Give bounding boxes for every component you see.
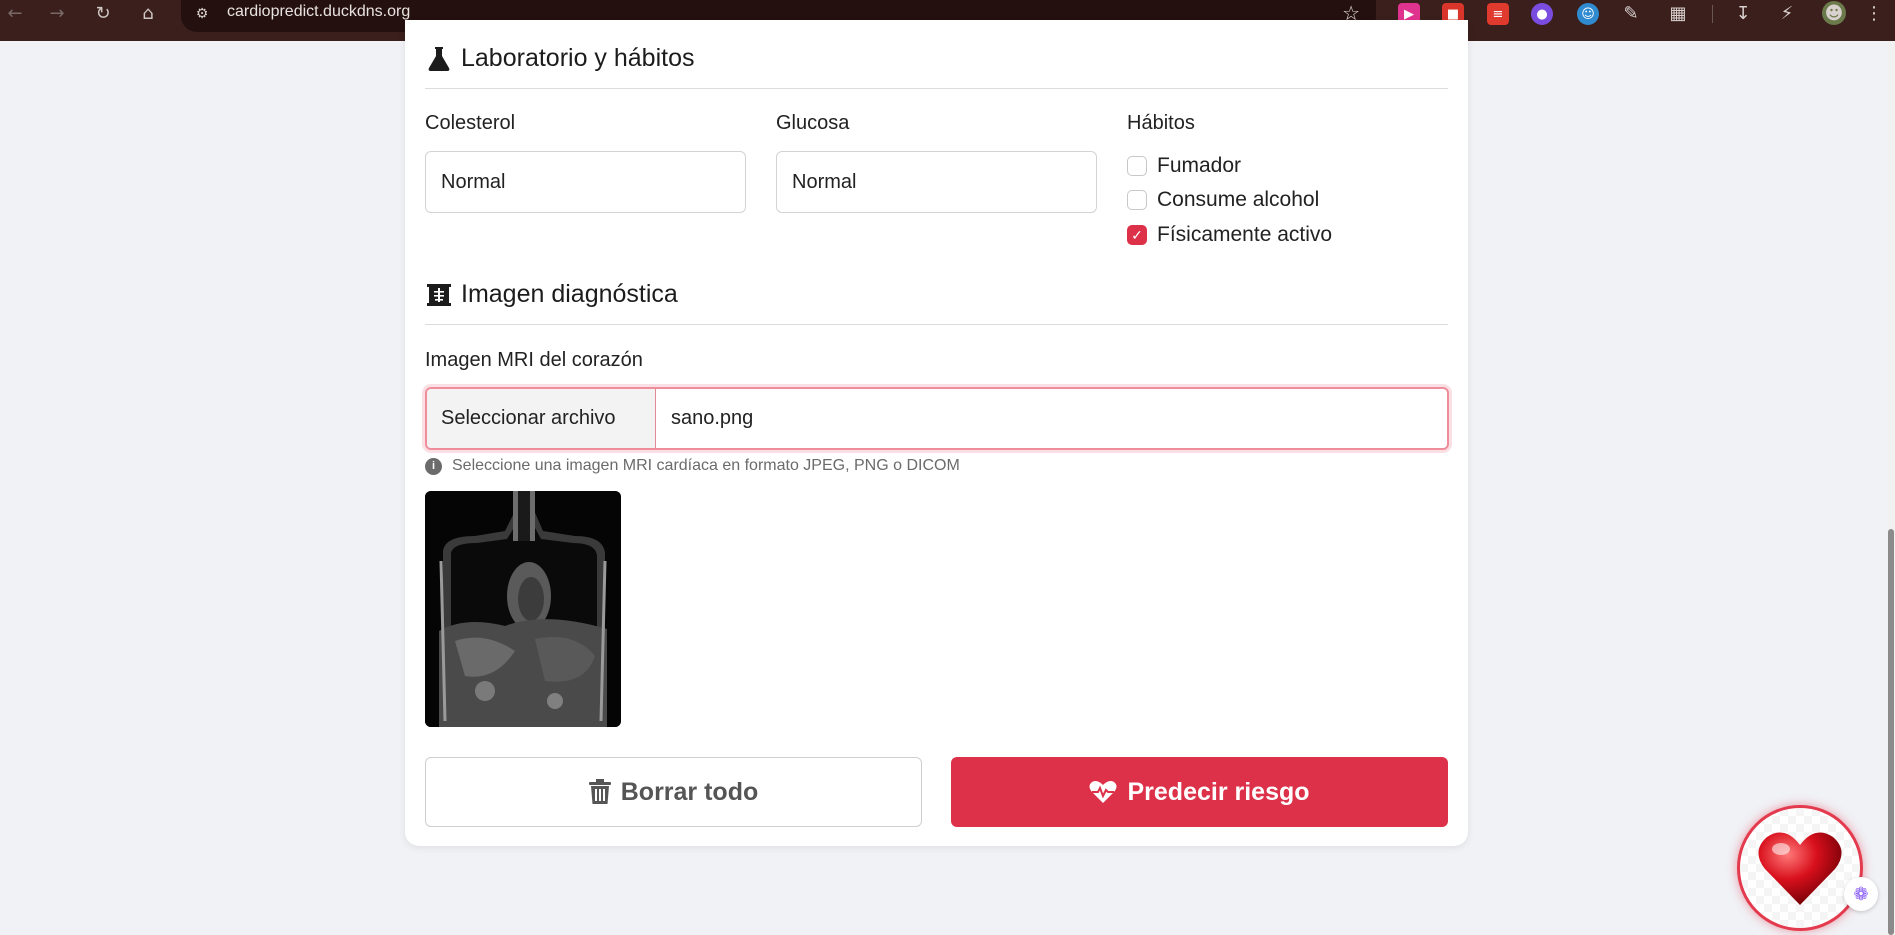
glucose-label: Glucosa: [776, 112, 850, 134]
cholesterol-label: Colesterol: [425, 112, 516, 134]
predict-risk-label: Predecir riesgo: [1127, 777, 1310, 806]
glucose-value: Normal: [792, 170, 857, 193]
eyedropper-icon[interactable]: ✎: [1619, 1, 1643, 25]
floating-heart-widget[interactable]: [1737, 805, 1863, 931]
site-settings-icon[interactable]: ⚙: [192, 4, 212, 24]
alcohol-checkbox[interactable]: [1127, 190, 1147, 210]
smoker-label: Fumador: [1157, 154, 1242, 177]
imaging-section-title: Imagen diagnóstica: [425, 280, 678, 309]
info-icon: i: [425, 457, 442, 475]
selected-file-name: sano.png: [671, 407, 754, 429]
reload-icon[interactable]: ↻: [90, 0, 116, 26]
mri-label: Imagen MRI del corazón: [425, 349, 643, 371]
mri-file-input[interactable]: Seleccionar archivo sano.png: [425, 387, 1449, 450]
brain-assistant-icon[interactable]: ❁: [1844, 877, 1878, 911]
scrollbar-thumb[interactable]: [1888, 529, 1894, 935]
trash-icon: [588, 779, 611, 805]
lab-section-divider: [425, 88, 1448, 89]
clear-all-button[interactable]: Borrar todo: [425, 757, 922, 827]
extension-icon-3[interactable]: ≡: [1487, 3, 1509, 25]
habit-smoker[interactable]: Fumador: [1127, 154, 1241, 178]
heart-icon: [1758, 832, 1842, 905]
active-label: Físicamente activo: [1157, 223, 1333, 246]
toolbar-divider: [1712, 5, 1713, 23]
flask-icon: [425, 45, 453, 73]
performance-icon[interactable]: ⚡: [1775, 1, 1799, 25]
forward-icon[interactable]: →: [44, 0, 70, 26]
choose-file-button[interactable]: Seleccionar archivo: [427, 389, 656, 448]
file-hint-text: Seleccione una imagen MRI cardíaca en fo…: [452, 457, 960, 474]
extension-icon-4[interactable]: ●: [1531, 3, 1553, 25]
lab-section-title-text: Laboratorio y hábitos: [461, 44, 695, 72]
extensions-puzzle-icon[interactable]: ▦: [1666, 1, 1690, 25]
habit-alcohol[interactable]: Consume alcohol: [1127, 188, 1319, 212]
profile-avatar[interactable]: ☻: [1822, 1, 1846, 25]
form-card: Laboratorio y hábitos Colesterol Normal …: [405, 20, 1468, 846]
cholesterol-value: Normal: [441, 170, 506, 193]
home-icon[interactable]: ⌂: [135, 0, 161, 26]
mri-preview-image: [425, 491, 621, 727]
imaging-section-title-text: Imagen diagnóstica: [461, 280, 678, 308]
download-icon[interactable]: ↧: [1731, 1, 1755, 25]
xray-icon: [425, 281, 453, 309]
lab-section-title: Laboratorio y hábitos: [425, 44, 694, 73]
predict-risk-button[interactable]: Predecir riesgo: [951, 757, 1448, 827]
habit-active[interactable]: ✓ Físicamente activo: [1127, 223, 1332, 247]
back-icon[interactable]: ←: [2, 0, 28, 26]
file-hint: i Seleccione una imagen MRI cardíaca en …: [425, 457, 960, 475]
clear-all-label: Borrar todo: [620, 777, 759, 806]
alcohol-label: Consume alcohol: [1157, 188, 1320, 211]
page-scrollbar[interactable]: [1887, 41, 1895, 935]
smoker-checkbox[interactable]: [1127, 156, 1147, 176]
heart-pulse-icon: [1089, 780, 1117, 804]
glucose-select[interactable]: Normal: [776, 151, 1097, 213]
cholesterol-select[interactable]: Normal: [425, 151, 746, 213]
extension-icon-5[interactable]: ☺: [1577, 3, 1599, 25]
active-checkbox[interactable]: ✓: [1127, 225, 1147, 245]
url-text[interactable]: cardiopredict.duckdns.org: [227, 3, 410, 21]
menu-kebab-icon[interactable]: ⋮: [1862, 1, 1886, 25]
habits-label: Hábitos: [1127, 112, 1195, 134]
imaging-section-divider: [425, 324, 1448, 325]
